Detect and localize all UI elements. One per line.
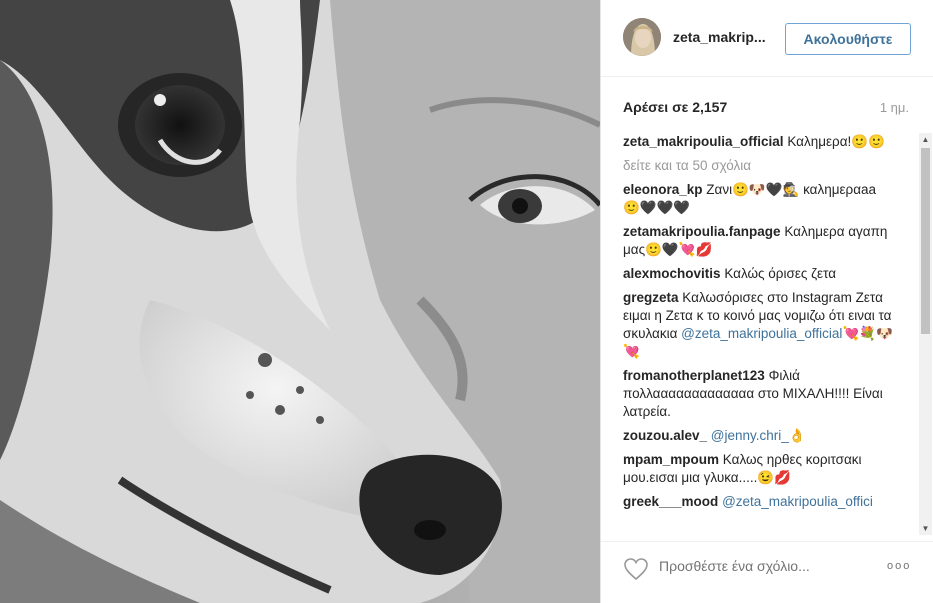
comments-list: zeta_makripoulia_official Καλημερα!🙂🙂 δε…	[623, 133, 895, 535]
comment-username[interactable]: fromanotherplanet123	[623, 368, 765, 383]
view-all-comments-link[interactable]: δείτε και τα 50 σχόλια	[623, 157, 895, 175]
comment-row: greek___mood @zeta_makripoulia_offici	[623, 493, 895, 511]
scroll-up-icon[interactable]: ▲	[919, 133, 932, 146]
header-username[interactable]: zeta_makrip...	[673, 29, 766, 45]
comment-username[interactable]: eleonora_kp	[623, 182, 703, 197]
comment-row: alexmochovitis Καλώς όρισες ζετα	[623, 265, 895, 283]
comment-username[interactable]: zouzou.alev_	[623, 428, 707, 443]
likes-count[interactable]: Αρέσει σε 2,157	[623, 99, 727, 115]
post-age: 1 ημ.	[879, 100, 909, 115]
comment-username[interactable]: zetamakripoulia.fanpage	[623, 224, 781, 239]
comment-row: fromanotherplanet123 Φιλιά πολλααααααααα…	[623, 367, 895, 421]
comment-emoji: 👌	[788, 428, 806, 443]
comment-row: gregzeta Καλωσόρισες στο Instagram Ζετα …	[623, 289, 895, 361]
like-heart-icon[interactable]	[623, 557, 649, 581]
more-options-button[interactable]: ooo	[887, 560, 911, 572]
comment-row: mpam_mpoum Καλως ηρθες κοριτσακι μου.εισ…	[623, 451, 895, 487]
comment-username[interactable]: gregzeta	[623, 290, 679, 305]
comment-username[interactable]: alexmochovitis	[623, 266, 721, 281]
post-header: zeta_makrip... Ακολουθήστε	[601, 0, 933, 77]
comment-row: zetamakripoulia.fanpage Καλημερα αγαπη μ…	[623, 223, 895, 259]
avatar[interactable]	[623, 18, 661, 56]
follow-button[interactable]: Ακολουθήστε	[785, 23, 911, 55]
avatar-image	[623, 18, 661, 56]
comment-footer: Προσθέστε ένα σχόλιο... ooo	[601, 541, 933, 603]
caption-username[interactable]: zeta_makripoulia_official	[623, 134, 784, 149]
comment-username[interactable]: greek___mood	[623, 494, 718, 509]
scrollbar-thumb[interactable]	[921, 148, 930, 334]
post-image	[0, 0, 600, 603]
comments-scrollbar[interactable]: ▲ ▼	[919, 133, 932, 535]
caption: zeta_makripoulia_official Καλημερα!🙂🙂	[623, 133, 895, 151]
comment-text: Καλώς όρισες ζετα	[724, 266, 837, 281]
post-sidebar: zeta_makrip... Ακολουθήστε Αρέσει σε 2,1…	[600, 0, 933, 603]
scroll-down-icon[interactable]: ▼	[919, 522, 932, 535]
caption-text: Καλημερα!🙂🙂	[787, 134, 885, 149]
comment-row: eleonora_kp Ζανι🙂🐶🖤🕵 καλημεραaa 🙂🖤🖤🖤	[623, 181, 895, 217]
comment-mention-link[interactable]: @zeta_makripoulia_offici	[722, 494, 873, 509]
comment-mention-link[interactable]: @zeta_makripoulia_official	[681, 326, 842, 341]
add-comment-input[interactable]: Προσθέστε ένα σχόλιο...	[659, 558, 810, 574]
comment-mention-link[interactable]: @jenny.chri_	[711, 428, 789, 443]
comment-username[interactable]: mpam_mpoum	[623, 452, 719, 467]
comment-row: zouzou.alev_ @jenny.chri_👌	[623, 427, 895, 445]
post-photo[interactable]	[0, 0, 600, 603]
